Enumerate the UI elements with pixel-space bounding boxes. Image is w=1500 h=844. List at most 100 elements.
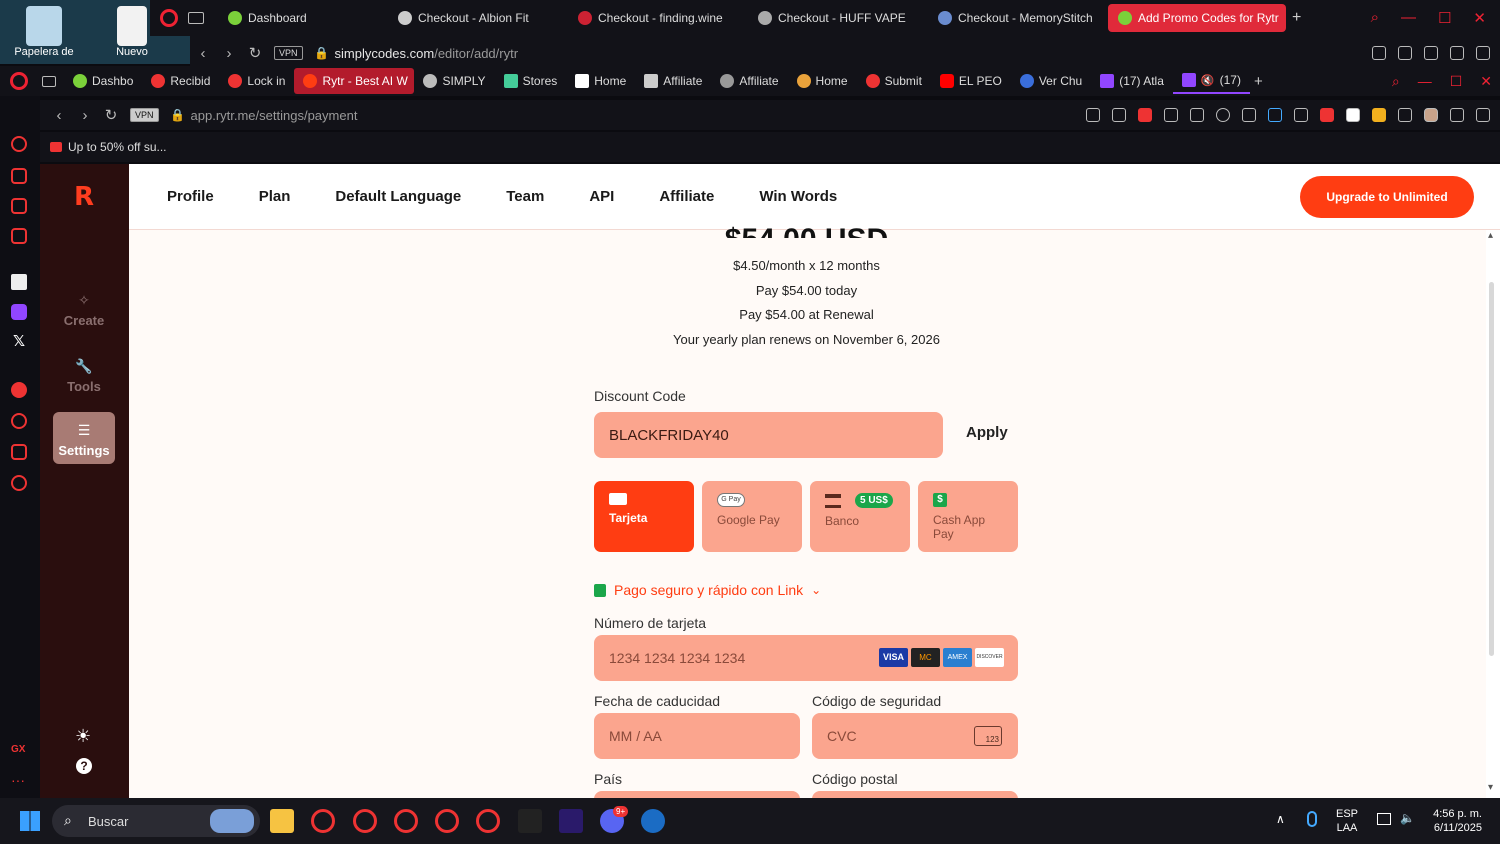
spotify-icon[interactable] <box>11 382 27 398</box>
extensions-icon[interactable] <box>11 444 27 460</box>
search-icon[interactable]: ⌕ <box>1371 9 1379 27</box>
outer-url[interactable]: simplycodes.com/editor/add/rytr <box>335 46 519 61</box>
inner-tab[interactable]: (17) Atla <box>1091 68 1173 94</box>
system-clock[interactable]: 4:56 p. m. 6/11/2025 <box>1433 807 1482 835</box>
card-icon[interactable] <box>1294 108 1308 122</box>
tab-switcher-icon[interactable] <box>188 12 204 24</box>
inner-tab[interactable]: Home <box>566 68 635 94</box>
outer-tab[interactable]: Checkout - finding.wine <box>568 4 748 32</box>
avatar[interactable] <box>1424 108 1438 122</box>
inner-tab[interactable]: SIMPLY <box>414 68 494 94</box>
extension-icon[interactable] <box>1242 108 1256 122</box>
puzzle-icon[interactable] <box>1398 46 1412 60</box>
premiere-icon[interactable] <box>559 809 583 833</box>
inner-tab[interactable]: Home <box>788 68 857 94</box>
outer-tab[interactable]: Checkout - MemoryStitch <box>928 4 1108 32</box>
rytr-logo[interactable]: R <box>74 182 96 212</box>
vpn-badge[interactable]: VPN <box>274 46 303 60</box>
minimize-icon[interactable]: — <box>1401 9 1416 27</box>
outer-tab[interactable]: Checkout - HUFF VAPE <box>748 4 928 32</box>
new-tab-icon[interactable]: + <box>1254 73 1263 90</box>
outer-tab[interactable]: Checkout - Albion Fit <box>388 4 568 32</box>
send-icon[interactable] <box>1190 108 1204 122</box>
opera-logo-icon[interactable] <box>10 72 28 90</box>
sidebar-item-tools[interactable]: 🔧 Tools <box>53 348 115 400</box>
profile-icon[interactable] <box>1424 46 1438 60</box>
inner-tab[interactable]: Recibid <box>142 68 219 94</box>
expiry-input[interactable]: MM / AA <box>594 713 800 759</box>
scrollbar-thumb[interactable] <box>1489 282 1494 656</box>
inner-tab[interactable]: Lock in <box>219 68 294 94</box>
desktop-icon-recycle-bin[interactable]: Papelera de <box>14 6 74 58</box>
maximize-icon[interactable]: ☐ <box>1438 9 1451 27</box>
volume-icon[interactable]: 🔈 <box>1400 811 1415 825</box>
new-tab-icon[interactable]: + <box>1292 9 1301 27</box>
twitch-icon[interactable] <box>11 304 27 320</box>
discount-input[interactable]: BLACKFRIDAY40 <box>594 412 943 458</box>
snapshot-icon[interactable] <box>1112 108 1126 122</box>
m-icon[interactable] <box>11 228 27 244</box>
vpn-badge[interactable]: VPN <box>130 108 159 122</box>
maximize-icon[interactable]: ☐ <box>1450 73 1463 90</box>
tab-team[interactable]: Team <box>506 188 544 205</box>
inner-tab[interactable]: 🔇 (17) <box>1172 68 1250 94</box>
payment-method-bank[interactable]: 5 US$ Banco <box>810 481 910 552</box>
search-icon[interactable]: ⌕ <box>1392 73 1400 90</box>
history-icon[interactable] <box>11 413 27 429</box>
adblock-icon[interactable] <box>1320 108 1334 122</box>
download-icon[interactable] <box>1450 46 1464 60</box>
bookmark-item[interactable]: Up to 50% off su... <box>68 140 167 154</box>
heart-icon[interactable] <box>1216 108 1230 122</box>
pin-icon[interactable] <box>1086 108 1100 122</box>
scroll-up-icon[interactable]: ▴ <box>1488 230 1493 241</box>
payment-method-cash-app[interactable]: $ Cash App Pay <box>918 481 1018 552</box>
inner-tab[interactable]: Stores <box>495 68 567 94</box>
more-icon[interactable]: ··· <box>11 772 27 788</box>
tab-switcher-icon[interactable] <box>42 75 56 87</box>
sidebar-item-create[interactable]: ✧ Create <box>53 282 115 334</box>
tab-plan[interactable]: Plan <box>259 188 291 205</box>
menu-icon[interactable] <box>1476 108 1490 122</box>
outer-tab-active[interactable]: Add Promo Codes for Rytr <box>1108 4 1286 32</box>
menu-icon[interactable] <box>1476 46 1490 60</box>
inner-tab[interactable]: Dashbo <box>64 68 142 94</box>
windows-start-icon[interactable] <box>20 811 40 831</box>
scroll-down-icon[interactable]: ▾ <box>1488 782 1493 793</box>
inner-tab-active[interactable]: Rytr - Best AI W <box>294 68 415 94</box>
extension-icon[interactable] <box>1372 46 1386 60</box>
opera-logo-icon[interactable] <box>160 9 178 27</box>
forward-icon[interactable]: › <box>216 45 242 62</box>
tab-default-language[interactable]: Default Language <box>335 188 461 205</box>
opera-taskbar-icon[interactable] <box>394 809 418 833</box>
reload-icon[interactable]: ↻ <box>242 44 268 62</box>
file-explorer-icon[interactable] <box>270 809 294 833</box>
honey-icon[interactable] <box>1372 108 1386 122</box>
opera-taskbar-icon[interactable] <box>435 809 459 833</box>
taskbar-search[interactable]: ⌕ Buscar <box>52 805 260 837</box>
inner-tab[interactable]: Submit <box>857 68 931 94</box>
chevron-up-icon[interactable]: ∧ <box>1276 812 1285 826</box>
sun-icon[interactable]: ☀ <box>75 726 91 747</box>
inner-tab[interactable]: Ver Chu <box>1011 68 1091 94</box>
lock-icon[interactable]: 🔒 <box>309 46 335 60</box>
x-icon[interactable]: 𝕏 <box>11 334 27 350</box>
inner-url[interactable]: app.rytr.me/settings/payment <box>191 108 358 123</box>
card-number-input[interactable]: 1234 1234 1234 1234 VISA MC AMEX DISCOVE… <box>594 635 1018 681</box>
microphone-icon[interactable] <box>1307 811 1317 827</box>
country-select[interactable] <box>594 791 800 798</box>
close-icon[interactable]: ✕ <box>1480 73 1492 90</box>
network-icon[interactable] <box>1377 813 1391 825</box>
epic-games-icon[interactable] <box>518 809 542 833</box>
opera-taskbar-icon[interactable] <box>353 809 377 833</box>
cvc-input[interactable]: CVC 123 <box>812 713 1018 759</box>
puzzle-icon[interactable] <box>1398 108 1412 122</box>
wifi-icon[interactable] <box>1268 108 1282 122</box>
inner-tab[interactable]: EL PEO <box>931 68 1011 94</box>
twitch-side-icon[interactable] <box>11 198 27 214</box>
back-icon[interactable]: ‹ <box>190 45 216 62</box>
lock-icon[interactable]: 🔒 <box>165 108 191 122</box>
pocket-icon[interactable] <box>1138 108 1152 122</box>
help-icon[interactable]: ? <box>76 758 92 774</box>
minimize-icon[interactable]: — <box>1418 73 1432 90</box>
download-icon[interactable] <box>1450 108 1464 122</box>
